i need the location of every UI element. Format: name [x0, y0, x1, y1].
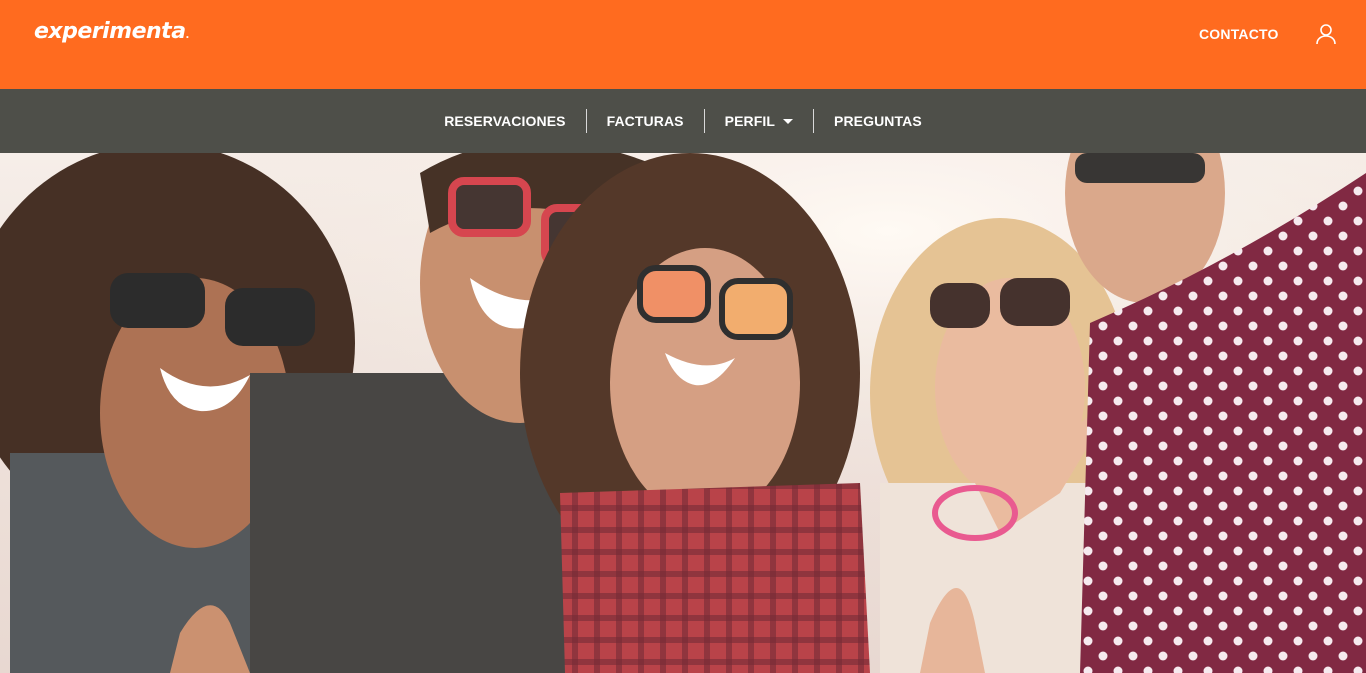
nav-item-preguntas[interactable]: PREGUNTAS [814, 113, 942, 129]
nav-item-facturas[interactable]: FACTURAS [587, 113, 704, 129]
top-header: experimenta. CONTACTO [0, 0, 1366, 89]
hero-photo-illustration [0, 153, 1366, 673]
user-icon[interactable] [1314, 22, 1338, 46]
logo-text: experimenta [34, 19, 186, 44]
chevron-down-icon [783, 118, 794, 124]
nav-item-perfil[interactable]: PERFIL [705, 113, 813, 129]
nav-item-reservaciones[interactable]: RESERVACIONES [424, 113, 585, 129]
logo-mark: . [185, 30, 190, 41]
main-navigation: RESERVACIONES FACTURAS PERFIL PREGUNTAS [0, 89, 1366, 153]
contact-link[interactable]: CONTACTO [1199, 26, 1279, 42]
nav-item-perfil-label: PERFIL [724, 113, 776, 129]
hero-image [0, 153, 1366, 673]
experimenta-logo[interactable]: experimenta. [34, 19, 189, 44]
